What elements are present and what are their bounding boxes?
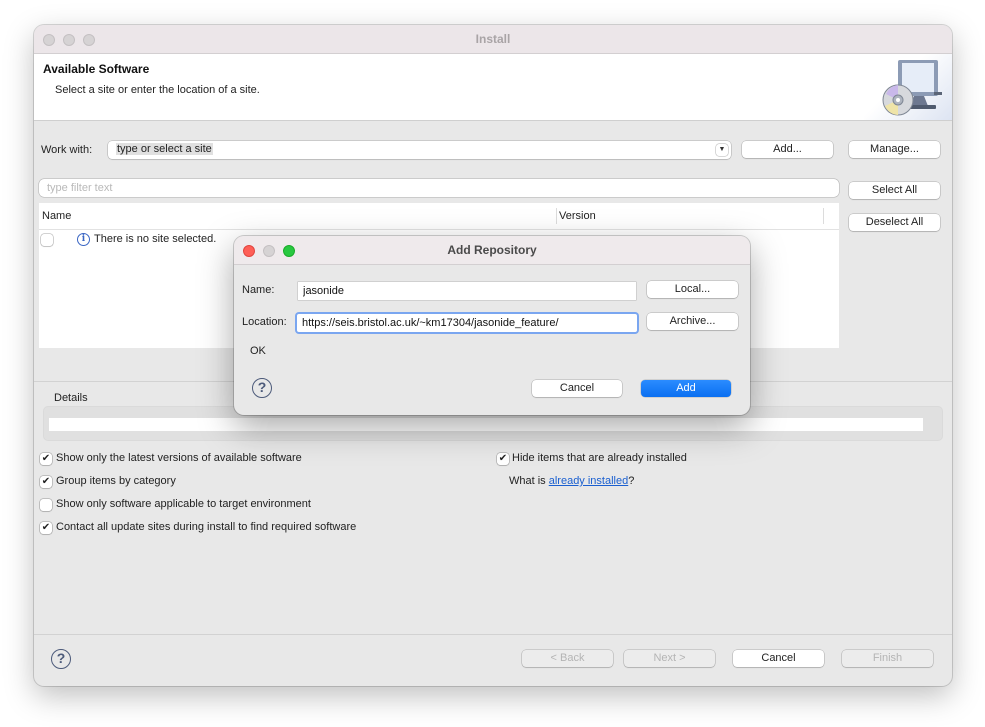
table-header: Name Version	[39, 203, 839, 230]
name-input[interactable]	[298, 282, 636, 300]
dialog-add-button[interactable]: Add	[641, 380, 731, 397]
back-button[interactable]: < Back	[522, 650, 613, 667]
column-separator[interactable]	[823, 208, 824, 224]
window-title: Install	[475, 32, 511, 46]
name-label: Name:	[242, 284, 275, 296]
hide-installed-checkbox[interactable]: ✔	[497, 453, 509, 465]
add-site-button[interactable]: Add...	[742, 141, 833, 158]
row-name: There is no site selected.	[94, 233, 217, 245]
already-installed-link[interactable]: already installed	[549, 475, 629, 487]
location-field[interactable]	[297, 314, 637, 332]
page-title: Available Software	[43, 62, 150, 76]
dialog-title-bar[interactable]: Add Repository	[234, 236, 750, 265]
column-separator[interactable]	[556, 208, 557, 224]
details-label: Details	[54, 392, 88, 404]
details-text	[49, 418, 923, 431]
wizard-header: Available Software Select a site or ente…	[34, 54, 952, 121]
info-icon: i	[77, 233, 90, 246]
filter-field[interactable]	[39, 179, 839, 197]
contact-update-sites-checkbox[interactable]: ✔	[40, 522, 52, 534]
work-with-label: Work with:	[41, 144, 93, 156]
group-by-category-label[interactable]: Group items by category	[56, 475, 176, 487]
archive-button[interactable]: Archive...	[647, 313, 738, 330]
title-bar[interactable]: Install	[34, 25, 952, 54]
already-installed-suffix: ?	[628, 475, 635, 487]
location-label: Location:	[242, 316, 287, 328]
name-field[interactable]	[298, 282, 636, 300]
latest-versions-label[interactable]: Show only the latest versions of availab…	[56, 452, 302, 464]
footer-divider	[34, 634, 952, 635]
install-software-icon	[864, 54, 952, 120]
target-environment-checkbox[interactable]	[40, 499, 52, 511]
row-checkbox[interactable]	[41, 234, 53, 246]
local-button[interactable]: Local...	[647, 281, 738, 298]
already-installed-prefix: What is	[509, 475, 549, 487]
work-with-combo[interactable]: type or select a site ▼	[108, 141, 731, 159]
already-installed-text: What is already installed?	[509, 475, 634, 487]
deselect-all-button[interactable]: Deselect All	[849, 214, 940, 231]
select-all-button[interactable]: Select All	[849, 182, 940, 199]
add-repository-dialog: Add Repository Name: Local... Location: …	[234, 236, 750, 415]
work-with-value[interactable]: type or select a site	[116, 143, 213, 155]
column-header-name[interactable]: Name	[42, 210, 71, 222]
contact-update-sites-label[interactable]: Contact all update sites during install …	[56, 521, 356, 533]
manage-sites-button[interactable]: Manage...	[849, 141, 940, 158]
target-environment-label[interactable]: Show only software applicable to target …	[56, 498, 311, 510]
cancel-button[interactable]: Cancel	[733, 650, 824, 667]
chevron-down-icon[interactable]: ▼	[716, 144, 728, 156]
location-input[interactable]	[297, 314, 637, 332]
finish-button[interactable]: Finish	[842, 650, 933, 667]
next-button[interactable]: Next >	[624, 650, 715, 667]
dialog-title: Add Repository	[447, 243, 537, 257]
filter-input[interactable]	[39, 179, 839, 197]
help-icon[interactable]: ?	[252, 378, 272, 398]
page-subtitle: Select a site or enter the location of a…	[55, 84, 260, 96]
status-message: OK	[250, 345, 266, 357]
hide-installed-label[interactable]: Hide items that are already installed	[512, 452, 687, 464]
dialog-cancel-button[interactable]: Cancel	[532, 380, 622, 397]
group-by-category-checkbox[interactable]: ✔	[40, 476, 52, 488]
help-icon[interactable]: ?	[51, 649, 71, 669]
column-header-version[interactable]: Version	[559, 210, 596, 222]
latest-versions-checkbox[interactable]: ✔	[40, 453, 52, 465]
